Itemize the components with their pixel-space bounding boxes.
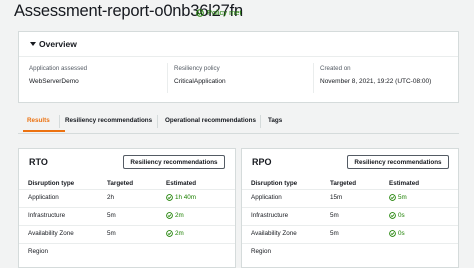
estimated-value: 1h 40m (175, 194, 197, 201)
tab-separator (59, 115, 60, 128)
resiliency-recommendations-button[interactable]: Resiliency recommendations (347, 155, 449, 169)
table-row: Availability Zone 5m 2m (19, 226, 235, 244)
check-circle-icon (166, 194, 173, 201)
policy-status-text: Policy met (207, 8, 242, 17)
column-header: Targeted (330, 180, 357, 187)
table-row: Infrastructure 5m 2m (19, 208, 235, 226)
caret-down-icon[interactable] (30, 42, 36, 46)
tab-results[interactable]: Results (27, 117, 50, 124)
column-header: Disruption type (251, 180, 298, 187)
disruption-type: Infrastructure (28, 212, 66, 219)
overview-field-application: Application assessed WebServerDemo (29, 65, 159, 85)
table-header: Disruption type Targeted Estimated (242, 178, 458, 190)
estimated-value: 2m (175, 230, 184, 237)
estimated-status: 0s (389, 212, 405, 219)
column-header: Targeted (107, 180, 134, 187)
table-row: Application 15m 5m (242, 190, 458, 208)
card-title: RTO (29, 157, 48, 167)
column-header: Estimated (389, 180, 420, 187)
check-circle-icon (166, 212, 173, 219)
tab-separator (260, 115, 261, 128)
card-title: RPO (252, 157, 272, 167)
estimated-status: 2m (166, 230, 184, 237)
table-row: Availability Zone 5m 0s (242, 226, 458, 244)
estimated-status: 0s (389, 230, 405, 237)
tab-resiliency-recommendations[interactable]: Resiliency recommendations (65, 117, 152, 124)
resiliency-recommendations-button[interactable]: Resiliency recommendations (123, 155, 225, 169)
table-header: Disruption type Targeted Estimated (19, 178, 235, 190)
targeted-value: 5m (107, 230, 116, 237)
targeted-value: 5m (330, 212, 339, 219)
estimated-value: 0s (398, 212, 405, 219)
tab-operational-recommendations[interactable]: Operational recommendations (165, 117, 256, 124)
column-header: Estimated (166, 180, 197, 187)
targeted-value: 5m (330, 230, 339, 237)
estimated-status: 2m (166, 212, 184, 219)
disruption-type: Infrastructure (251, 212, 289, 219)
targeted-value: 2h (107, 194, 115, 201)
estimated-value: 5m (398, 194, 407, 201)
field-label: Created on (320, 65, 351, 72)
field-value: November 8, 2021, 19:22 (UTC-08:00) (320, 78, 432, 85)
title-bar: Assessment-report-o0nb36l27fn Policy met (0, 0, 474, 28)
column-header: Disruption type (28, 180, 75, 187)
rpo-card: RPO Resiliency recommendations Disruptio… (241, 148, 459, 268)
check-circle-icon (389, 230, 396, 237)
disruption-type: Availability Zone (28, 230, 74, 237)
policy-status-badge: Policy met (196, 8, 242, 17)
estimated-value: 0s (398, 230, 405, 237)
estimated-value: 2m (175, 212, 184, 219)
field-label: Application assessed (29, 65, 88, 72)
tab-tags[interactable]: Tags (268, 117, 282, 124)
estimated-status: 5m (389, 194, 407, 201)
check-circle-icon (196, 8, 204, 17)
disruption-type: Application (251, 194, 282, 201)
overview-title: Overview (39, 39, 77, 49)
overview-header[interactable]: Overview (19, 32, 458, 57)
check-circle-icon (389, 212, 396, 219)
check-circle-icon (389, 194, 396, 201)
divider (167, 63, 168, 93)
disruption-type: Region (251, 248, 271, 255)
disruption-type: Application (28, 194, 59, 201)
tab-separator (157, 115, 158, 128)
check-circle-icon (166, 230, 173, 237)
rto-card: RTO Resiliency recommendations Disruptio… (18, 148, 236, 268)
divider (313, 63, 314, 93)
field-value: CriticalApplication (174, 78, 226, 85)
overview-field-created: Created on November 8, 2021, 19:22 (UTC-… (320, 65, 455, 85)
overview-field-policy: Resiliency policy CriticalApplication (174, 65, 304, 85)
table-row: Region (19, 244, 235, 261)
table-row: Application 2h 1h 40m (19, 190, 235, 208)
targeted-value: 5m (107, 212, 116, 219)
table-row: Infrastructure 5m 0s (242, 208, 458, 226)
disruption-type: Availability Zone (251, 230, 297, 237)
targeted-value: 15m (330, 194, 343, 201)
table-row: Region (242, 244, 458, 261)
estimated-status: 1h 40m (166, 194, 196, 201)
field-value: WebServerDemo (29, 78, 79, 85)
disruption-type: Region (28, 248, 48, 255)
tab-bar: Results Resiliency recommendations Opera… (18, 111, 459, 134)
overview-panel: Overview Application assessed WebServerD… (18, 31, 459, 103)
field-label: Resiliency policy (174, 65, 220, 72)
active-tab-indicator (23, 130, 65, 132)
